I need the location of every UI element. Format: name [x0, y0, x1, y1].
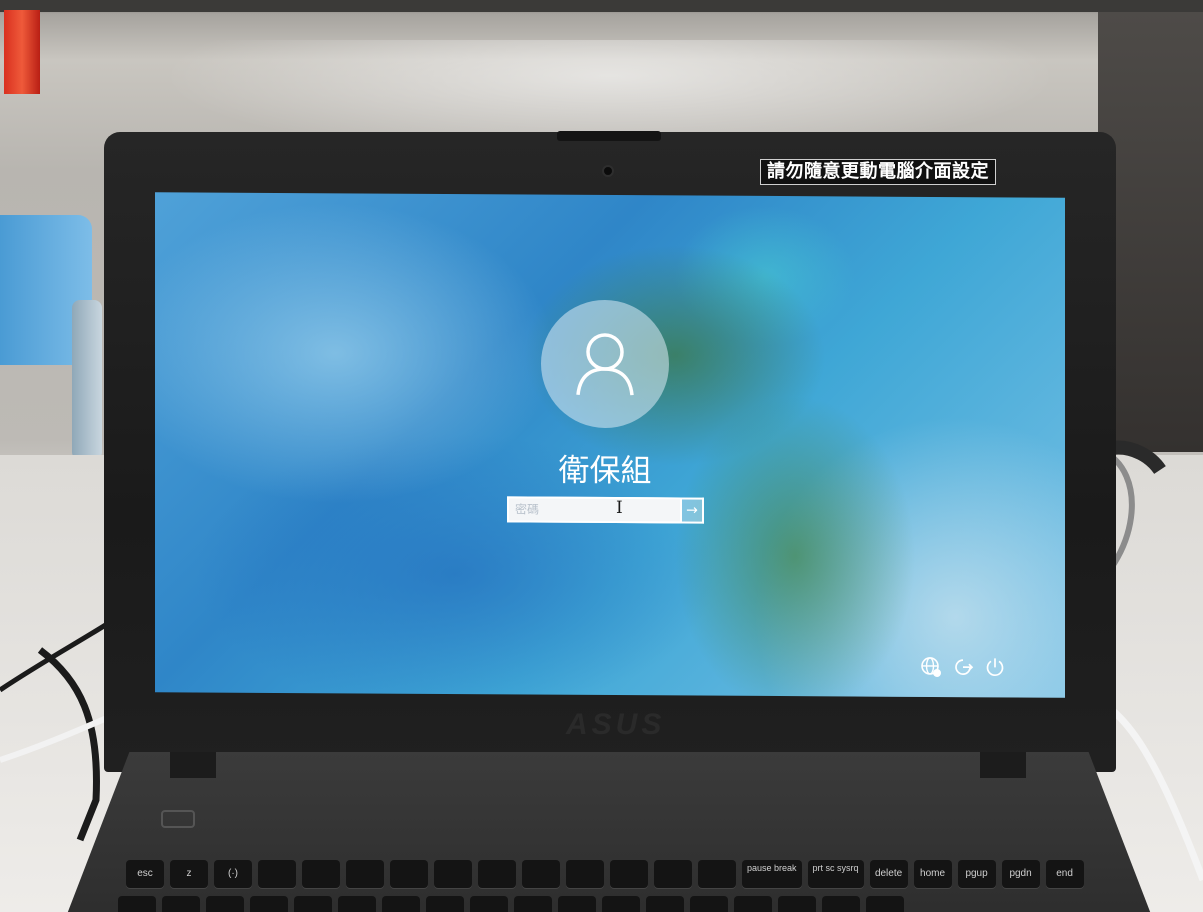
key-home[interactable]: home [913, 860, 952, 888]
laptop-power-key[interactable] [161, 810, 195, 828]
key[interactable] [118, 896, 156, 912]
mouse-cursor: I [616, 498, 623, 519]
user-avatar-icon [576, 333, 634, 396]
key[interactable] [558, 896, 596, 912]
key-volume[interactable] [698, 860, 736, 888]
key[interactable] [250, 896, 288, 912]
key-pause-break[interactable]: pause break [742, 860, 802, 888]
key-f8[interactable] [478, 860, 516, 888]
key-esc[interactable]: esc [126, 860, 164, 888]
key-prtsc[interactable]: prt sc sysrq [807, 860, 864, 888]
key-pgdn[interactable]: pgdn [1001, 860, 1040, 888]
key[interactable] [382, 896, 420, 912]
keyboard-number-row [118, 896, 904, 912]
left-hinge [170, 752, 216, 778]
key[interactable] [294, 896, 332, 912]
warning-sticker: 請勿隨意更動電腦介面設定 [760, 159, 996, 185]
webcam [602, 165, 614, 177]
network-button[interactable] [919, 655, 943, 679]
key[interactable] [514, 896, 552, 912]
key-f7[interactable] [434, 860, 472, 888]
key[interactable] [602, 896, 640, 912]
key-f6[interactable] [390, 860, 428, 888]
brand-logo: ASUS [566, 708, 666, 741]
username: 衛保組 [558, 452, 652, 490]
key-f11[interactable] [610, 860, 648, 888]
key[interactable] [162, 896, 200, 912]
key[interactable] [426, 896, 464, 912]
power-icon [986, 658, 1004, 676]
lid-notch [557, 131, 661, 141]
arrow-right-icon: → [686, 502, 698, 519]
ease-of-access-button[interactable] [951, 655, 975, 679]
power-button[interactable] [983, 655, 1007, 679]
key-f5[interactable] [346, 860, 384, 888]
right-hinge [980, 752, 1026, 778]
key-end[interactable]: end [1045, 860, 1084, 888]
key[interactable] [822, 896, 860, 912]
accessibility-icon [921, 657, 941, 677]
key-delete[interactable]: delete [869, 860, 908, 888]
submit-button[interactable]: → [682, 497, 704, 524]
photo-scene: 請勿隨意更動電腦介面設定 衛保組 → I ASUS esc z (·) paus… [0, 0, 1203, 912]
key[interactable] [734, 896, 772, 912]
key[interactable] [646, 896, 684, 912]
ease-of-access-icon [955, 659, 974, 675]
key-f4[interactable] [302, 860, 340, 888]
keyboard-function-row: esc z (·) pause break prt sc sysrq delet… [126, 860, 1084, 888]
key[interactable] [338, 896, 376, 912]
key[interactable] [778, 896, 816, 912]
user-avatar [541, 299, 669, 429]
key[interactable] [690, 896, 728, 912]
key-f12[interactable] [654, 860, 692, 888]
lock-screen: 衛保組 → I [155, 192, 1065, 698]
key-f9[interactable] [522, 860, 560, 888]
key-wifi[interactable]: (·) [214, 860, 252, 888]
key-pgup[interactable]: pgup [957, 860, 996, 888]
key[interactable] [206, 896, 244, 912]
key-f3[interactable] [258, 860, 296, 888]
key[interactable] [866, 896, 904, 912]
key-f10[interactable] [566, 860, 604, 888]
password-input[interactable] [507, 496, 682, 524]
password-field-group: → [507, 496, 704, 524]
key[interactable] [470, 896, 508, 912]
key-sleep[interactable]: z [170, 860, 208, 888]
